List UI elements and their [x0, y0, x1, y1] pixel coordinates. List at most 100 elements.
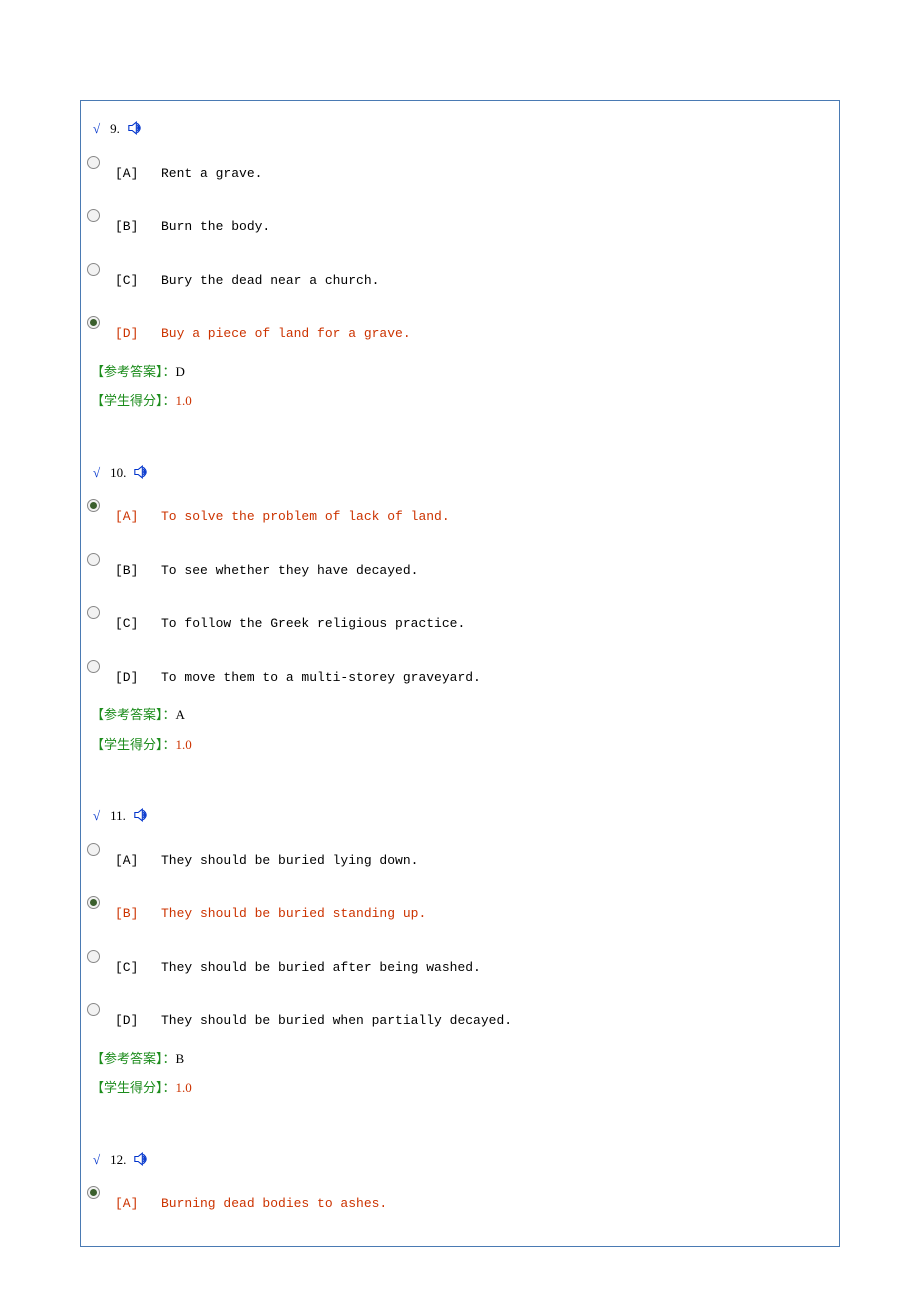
- option-body: Rent a grave.: [161, 166, 262, 181]
- question-number: 11.: [110, 808, 126, 823]
- option-row: [A]To solve the problem of lack of land.: [83, 495, 837, 529]
- option-key: [C]: [115, 614, 161, 634]
- question-number: 9.: [110, 121, 120, 136]
- option-body: They should be buried when partially dec…: [161, 1013, 512, 1028]
- option-radio[interactable]: [87, 316, 100, 329]
- audio-icon[interactable]: [134, 464, 154, 486]
- answer-label: 【参考答案】：: [91, 707, 176, 722]
- option-radio[interactable]: [87, 209, 100, 222]
- question: √12. [A]Burning dead bodies to ashes.: [83, 1150, 837, 1216]
- option-body: Bury the dead near a church.: [161, 273, 379, 288]
- audio-icon[interactable]: [134, 1151, 154, 1173]
- option-body: Burn the body.: [161, 219, 270, 234]
- option-row: [B]They should be buried standing up.: [83, 892, 837, 926]
- option-body: To follow the Greek religious practice.: [161, 616, 465, 631]
- option-text: [C]To follow the Greek religious practic…: [115, 604, 465, 634]
- option-key: [B]: [115, 561, 161, 581]
- option-radio[interactable]: [87, 896, 100, 909]
- option-radio[interactable]: [87, 156, 100, 169]
- correct-mark: √: [93, 465, 100, 480]
- option-row: [B]Burn the body.: [83, 205, 837, 239]
- option-row: [D]To move them to a multi-storey gravey…: [83, 656, 837, 690]
- option-row: [D]They should be buried when partially …: [83, 999, 837, 1033]
- question: √ 11. [A]They should be buried lying down.…: [83, 806, 837, 1098]
- option-body: Burning dead bodies to ashes.: [161, 1196, 387, 1211]
- option-row: [C]They should be buried after being was…: [83, 946, 837, 980]
- option-body: Buy a piece of land for a grave.: [161, 326, 411, 341]
- option-body: To see whether they have decayed.: [161, 563, 418, 578]
- option-key: [A]: [115, 851, 161, 871]
- answer-value: D: [176, 364, 185, 379]
- option-key: [D]: [115, 324, 161, 344]
- option-key: [D]: [115, 1011, 161, 1031]
- option-key: [B]: [115, 904, 161, 924]
- score-value: 1.0: [176, 737, 192, 752]
- option-text: [D]They should be buried when partially …: [115, 1001, 512, 1031]
- option-key: [D]: [115, 668, 161, 688]
- score-label: 【学生得分】：: [91, 737, 176, 752]
- option-body: To move them to a multi-storey graveyard…: [161, 670, 481, 685]
- option-text: [D]To move them to a multi-storey gravey…: [115, 658, 481, 688]
- option-key: [C]: [115, 271, 161, 291]
- option-body: To solve the problem of lack of land.: [161, 509, 450, 524]
- option-row: [A]Rent a grave.: [83, 152, 837, 186]
- question-header: √12.: [83, 1150, 837, 1173]
- option-text: [B]To see whether they have decayed.: [115, 551, 418, 581]
- answer-label: 【参考答案】：: [91, 1051, 176, 1066]
- question-number: 12.: [110, 1152, 126, 1167]
- question: √9.[A]Rent a grave.[B]Burn the body.[C]B…: [83, 119, 837, 411]
- correct-mark: √: [93, 121, 100, 136]
- option-body: They should be buried after being washed…: [161, 960, 481, 975]
- student-score: 【学生得分】：1.0: [83, 1078, 837, 1098]
- option-radio[interactable]: [87, 843, 100, 856]
- option-radio[interactable]: [87, 606, 100, 619]
- option-radio[interactable]: [87, 1186, 100, 1199]
- score-value: 1.0: [176, 393, 192, 408]
- audio-icon[interactable]: [134, 807, 154, 829]
- option-radio[interactable]: [87, 553, 100, 566]
- answer-value: A: [176, 707, 185, 722]
- answer-value: B: [176, 1051, 185, 1066]
- option-key: [A]: [115, 164, 161, 184]
- reference-answer: 【参考答案】：A: [83, 705, 837, 725]
- option-key: [A]: [115, 1194, 161, 1214]
- reference-answer: 【参考答案】：B: [83, 1049, 837, 1069]
- audio-icon[interactable]: [128, 120, 148, 142]
- score-label: 【学生得分】：: [91, 393, 176, 408]
- option-text: [A]Rent a grave.: [115, 154, 262, 184]
- score-value: 1.0: [176, 1080, 192, 1095]
- option-row: [D]Buy a piece of land for a grave.: [83, 312, 837, 346]
- student-score: 【学生得分】：1.0: [83, 735, 837, 755]
- option-key: [B]: [115, 217, 161, 237]
- student-score: 【学生得分】：1.0: [83, 391, 837, 411]
- option-text: [C]Bury the dead near a church.: [115, 261, 379, 291]
- option-body: They should be buried standing up.: [161, 906, 426, 921]
- option-row: [C]Bury the dead near a church.: [83, 259, 837, 293]
- score-label: 【学生得分】：: [91, 1080, 176, 1095]
- option-text: [B]Burn the body.: [115, 207, 270, 237]
- option-text: [A]To solve the problem of lack of land.: [115, 497, 450, 527]
- option-row: [B]To see whether they have decayed.: [83, 549, 837, 583]
- option-text: [C]They should be buried after being was…: [115, 948, 481, 978]
- option-radio[interactable]: [87, 660, 100, 673]
- reference-answer: 【参考答案】：D: [83, 362, 837, 382]
- question: √ 10. [A]To solve the problem of lack of l…: [83, 463, 837, 755]
- option-row: [A]Burning dead bodies to ashes.: [83, 1182, 837, 1216]
- question-number: 10.: [110, 465, 126, 480]
- option-body: They should be buried lying down.: [161, 853, 418, 868]
- question-header: √ 11.: [83, 806, 837, 829]
- option-radio[interactable]: [87, 263, 100, 276]
- option-radio[interactable]: [87, 950, 100, 963]
- option-row: [C]To follow the Greek religious practic…: [83, 602, 837, 636]
- correct-mark: √: [93, 808, 100, 823]
- option-row: [A]They should be buried lying down.: [83, 839, 837, 873]
- option-radio[interactable]: [87, 1003, 100, 1016]
- option-text: [D]Buy a piece of land for a grave.: [115, 314, 411, 344]
- option-text: [A]They should be buried lying down.: [115, 841, 418, 871]
- option-radio[interactable]: [87, 499, 100, 512]
- answer-label: 【参考答案】：: [91, 364, 176, 379]
- option-key: [C]: [115, 958, 161, 978]
- option-text: [B]They should be buried standing up.: [115, 894, 426, 924]
- option-key: [A]: [115, 507, 161, 527]
- question-header: √ 10.: [83, 463, 837, 486]
